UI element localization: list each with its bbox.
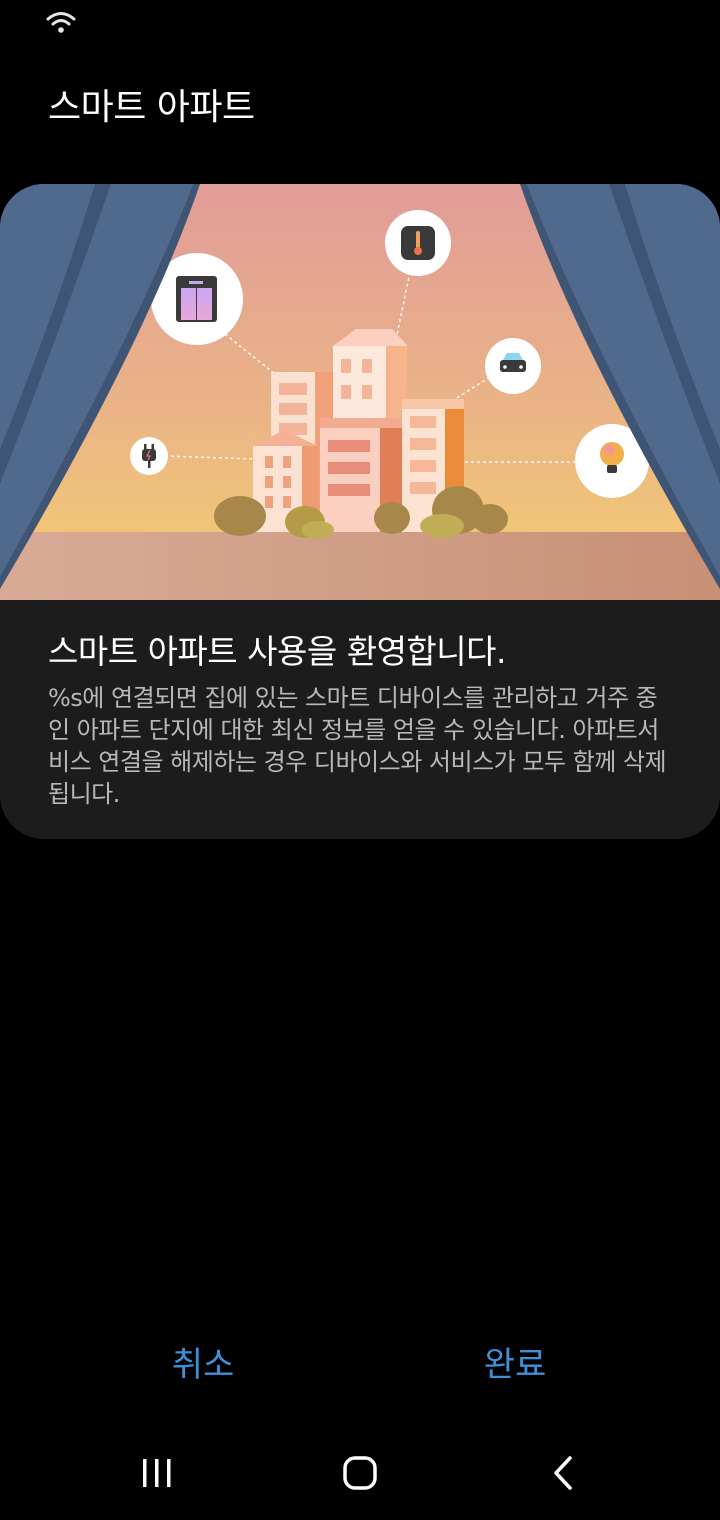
recent-apps-icon[interactable]: [128, 1450, 188, 1496]
status-bar: [0, 0, 720, 44]
back-icon[interactable]: [534, 1450, 594, 1496]
cancel-button[interactable]: 취소: [73, 1332, 333, 1396]
plug-icon: [130, 437, 168, 475]
card-description: %s에 연결되면 집에 있는 스마트 디바이스를 관리하고 거주 중인 아파트 …: [48, 684, 667, 808]
done-button[interactable]: 완료: [385, 1332, 645, 1396]
car-icon: [485, 338, 541, 394]
thermometer-icon: [385, 210, 451, 276]
wifi-icon: [46, 12, 76, 33]
card-text: 스마트 아파트 사용을 환영합니다. %s에 연결되면 집에 있는 스마트 디바…: [48, 630, 678, 810]
navigation-bar: [0, 1430, 720, 1520]
page-title: 스마트 아파트: [48, 87, 255, 128]
welcome-card: 스마트 아파트 사용을 환영합니다. %s에 연결되면 집에 있는 스마트 디바…: [0, 184, 720, 839]
smart-apartment-illustration: [0, 184, 720, 600]
card-title: 스마트 아파트 사용을 환영합니다.: [48, 632, 507, 671]
home-icon[interactable]: [330, 1450, 390, 1496]
action-bar: 취소 완료: [0, 1332, 720, 1396]
